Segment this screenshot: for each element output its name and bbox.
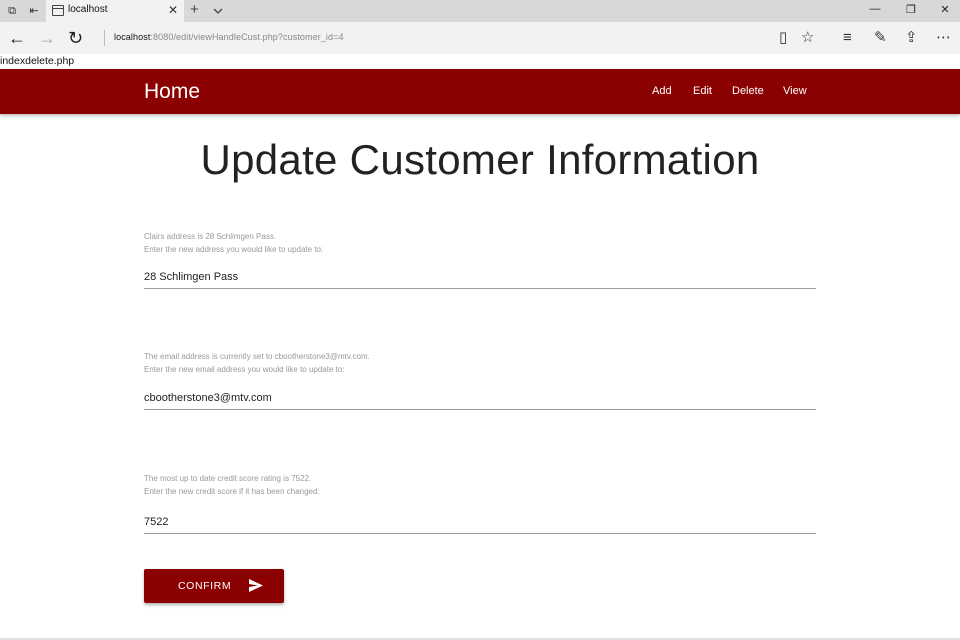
confirm-button[interactable]: CONFIRM: [144, 569, 284, 603]
credit-score-instruction-text: Enter the new credit score if it has bee…: [144, 487, 320, 496]
hub-icon[interactable]: ≡: [843, 29, 852, 47]
debug-output-text: indexdelete.php: [0, 55, 75, 67]
url-field[interactable]: localhost:8080/edit/viewHandleCust.php?c…: [114, 32, 344, 42]
page-favicon-icon: [52, 5, 64, 16]
page-title: Update Customer Information: [200, 136, 760, 183]
address-current-text: Clairs address is 28 Schlimgen Pass.: [144, 232, 277, 241]
nav-link-add[interactable]: Add: [652, 85, 672, 97]
confirm-button-label: CONFIRM: [178, 580, 232, 592]
favorite-star-icon[interactable]: ☆: [801, 29, 814, 47]
address-field-group: Clairs address is 28 Schlimgen Pass. Ent…: [144, 230, 816, 289]
restore-icon[interactable]: ❐: [904, 3, 918, 16]
share-icon[interactable]: ⇪: [905, 29, 918, 47]
browser-address-bar: ← → ↻ localhost:8080/edit/viewHandleCust…: [0, 22, 960, 54]
browser-tab-bar: ⧉ ⇤ localhost ✕ + — ❐ ✕: [0, 0, 960, 22]
credit-score-current-text: The most up to date credit score rating …: [144, 474, 312, 483]
forward-arrow-icon[interactable]: →: [38, 28, 56, 48]
home-link[interactable]: Home: [144, 80, 200, 104]
address-input[interactable]: 28 Schlimgen Pass: [144, 265, 816, 289]
reading-view-icon[interactable]: ▯: [779, 29, 787, 47]
url-path: :8080/edit/viewHandleCust.php?customer_i…: [150, 32, 344, 42]
nav-link-delete[interactable]: Delete: [732, 85, 764, 97]
close-window-icon[interactable]: ✕: [938, 3, 952, 16]
browser-tab[interactable]: localhost ✕: [46, 0, 184, 22]
back-arrow-icon[interactable]: ←: [8, 28, 26, 48]
tab-actions-icon[interactable]: ⧉: [4, 3, 20, 19]
credit-score-input[interactable]: 7522: [144, 510, 816, 534]
url-host: localhost: [114, 32, 151, 42]
credit-score-field-group: The most up to date credit score rating …: [144, 472, 816, 534]
send-icon: [249, 579, 263, 592]
minimize-icon[interactable]: —: [868, 3, 882, 15]
chevron-down-icon[interactable]: [212, 5, 224, 17]
url-separator: [104, 30, 105, 46]
new-tab-icon[interactable]: +: [190, 1, 199, 18]
email-instruction-text: Enter the new email address you would li…: [144, 365, 345, 374]
tab-title: localhost: [68, 4, 108, 15]
set-tabs-aside-icon[interactable]: ⇤: [26, 3, 42, 19]
nav-link-edit[interactable]: Edit: [693, 85, 712, 97]
nav-link-view[interactable]: View: [783, 85, 807, 97]
more-icon[interactable]: ⋯: [936, 29, 951, 47]
email-input[interactable]: cbootherstone3@mtv.com: [144, 386, 816, 410]
email-current-text: The email address is currently set to cb…: [144, 352, 370, 361]
app-navbar: Home Add Edit Delete View: [0, 69, 960, 114]
email-field-group: The email address is currently set to cb…: [144, 350, 816, 410]
web-note-icon[interactable]: ✎: [874, 29, 887, 47]
tab-close-icon[interactable]: ✕: [168, 3, 178, 17]
address-instruction-text: Enter the new address you would like to …: [144, 245, 324, 254]
refresh-icon[interactable]: ↻: [68, 28, 83, 48]
